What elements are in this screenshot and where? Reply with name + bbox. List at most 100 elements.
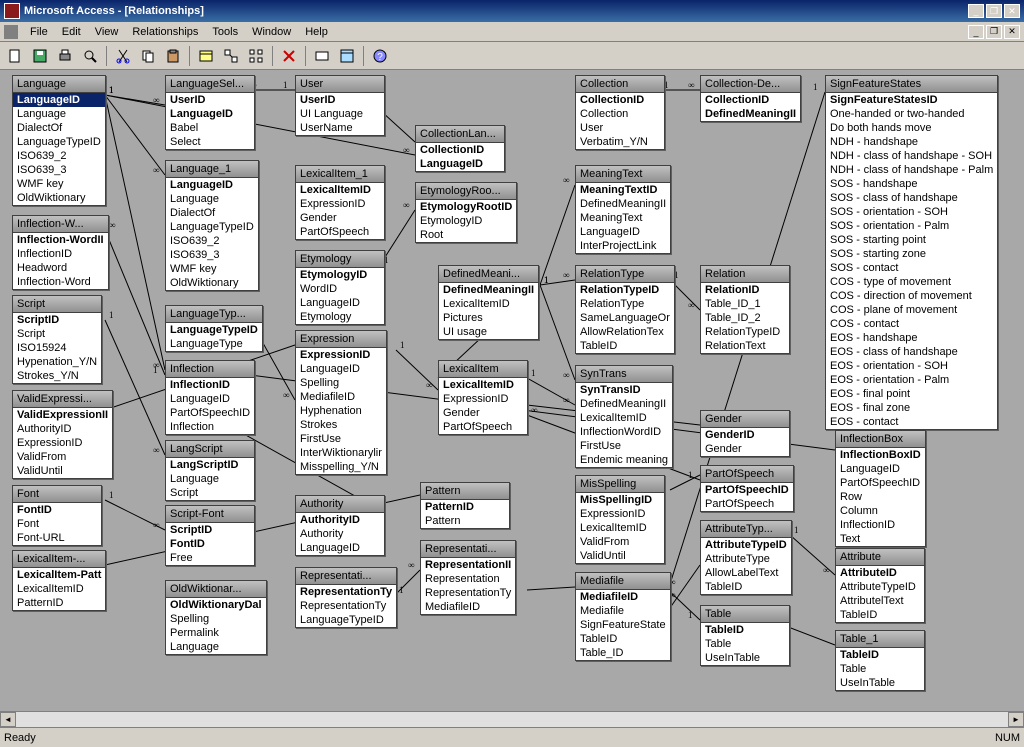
field[interactable]: RelationTypeID [576, 283, 674, 297]
table-header[interactable]: Script-Font [166, 506, 254, 523]
field[interactable]: SOS - contact [826, 261, 997, 275]
table-syntrans[interactable]: SynTransSynTransIDDefinedMeaningIILexica… [575, 365, 673, 468]
table-scriptfont[interactable]: Script-FontScriptIDFontIDFree [165, 505, 255, 566]
field[interactable]: NDH - class of handshape - Palm [826, 163, 997, 177]
field[interactable]: Authority [296, 527, 384, 541]
field[interactable]: EOS - final zone [826, 401, 997, 415]
table-colldet[interactable]: Collection-De...CollectionIDDefinedMeani… [700, 75, 801, 122]
table-header[interactable]: MisSpelling [576, 476, 664, 493]
field[interactable]: Inflection-Word [13, 275, 108, 289]
field[interactable]: EOS - final point [826, 387, 997, 401]
scroll-right-icon[interactable]: ► [1008, 712, 1024, 727]
relationships-canvas[interactable]: 1∞1∞1∞∞11∞1∞1∞1∞1∞1∞1∞∞11∞∞11∞1∞1∞1∞1∞1∞… [0, 70, 1024, 711]
table-header[interactable]: LexicalItem [439, 361, 527, 378]
field[interactable]: RelationTypeID [701, 325, 789, 339]
field[interactable]: PartOfSpeech [439, 420, 527, 434]
table-expression[interactable]: ExpressionExpressionIDLanguageIDSpelling… [295, 330, 387, 475]
field[interactable]: Spelling [166, 612, 266, 626]
field[interactable]: EOS - contact [826, 415, 997, 429]
table-signfeat[interactable]: SignFeatureStatesSignFeatureStatesIDOne-… [825, 75, 998, 430]
field[interactable]: Table [701, 637, 789, 651]
field[interactable]: Gender [296, 211, 384, 225]
field[interactable]: WMF key [166, 262, 258, 276]
field[interactable]: AuthorityID [296, 513, 384, 527]
field[interactable]: ValidUntil [576, 549, 664, 563]
save-icon[interactable] [29, 45, 51, 67]
field[interactable]: WMF key [13, 177, 105, 191]
field[interactable]: MeaningText [576, 211, 670, 225]
table-lang1[interactable]: Language_1LanguageIDLanguageDialectOfLan… [165, 160, 259, 291]
field[interactable]: InterProjectLink [576, 239, 670, 253]
table-header[interactable]: Mediafile [576, 573, 670, 590]
field[interactable]: Script [166, 486, 254, 500]
table-header[interactable]: LangScript [166, 441, 254, 458]
field[interactable]: PartOfSpeech [701, 497, 793, 511]
field[interactable]: FontID [166, 537, 254, 551]
table-header[interactable]: Relation [701, 266, 789, 283]
field[interactable]: LanguageTypeID [296, 613, 396, 627]
field[interactable]: Gender [439, 406, 527, 420]
field[interactable]: OldWiktionaryDal [166, 598, 266, 612]
field[interactable]: LanguageID [296, 296, 384, 310]
field[interactable]: AllowRelationTex [576, 325, 674, 339]
table-rep[interactable]: Representati...RepresentationIIRepresent… [420, 540, 516, 615]
cut-icon[interactable] [112, 45, 134, 67]
field[interactable]: ExpressionID [13, 436, 112, 450]
table-langscript[interactable]: LangScriptLangScriptIDLanguageScript [165, 440, 255, 501]
field[interactable]: Etymology [296, 310, 384, 324]
field[interactable]: RepresentationTy [421, 586, 515, 600]
table-authority[interactable]: AuthorityAuthorityIDAuthorityLanguageID [295, 495, 385, 556]
table-header[interactable]: AttributeTyp... [701, 521, 791, 538]
field[interactable]: LanguageID [576, 225, 670, 239]
field[interactable]: Font-URL [13, 531, 101, 545]
field[interactable]: LanguageID [166, 107, 254, 121]
field[interactable]: EtymologyID [416, 214, 516, 228]
table-mediafile[interactable]: MediafileMediafileIDMediafileSignFeature… [575, 572, 671, 661]
field[interactable]: LanguageID [166, 178, 258, 192]
table-table[interactable]: TableTableIDTableUseInTable [700, 605, 790, 666]
field[interactable]: DialectOf [166, 206, 258, 220]
table-inflbox[interactable]: InflectionBoxInflectionBoxIDLanguageIDPa… [835, 430, 926, 547]
field[interactable]: RelationType [576, 297, 674, 311]
field[interactable]: Do both hands move [826, 121, 997, 135]
field[interactable]: LanguageTypeID [13, 135, 105, 149]
new-object-icon[interactable] [311, 45, 333, 67]
field[interactable]: MisSpellingID [576, 493, 664, 507]
table-header[interactable]: SignFeatureStates [826, 76, 997, 93]
field[interactable]: LanguageID [836, 462, 925, 476]
field[interactable]: RepresentationTy [296, 599, 396, 613]
field[interactable]: PartOfSpeech [296, 225, 384, 239]
table-header[interactable]: PartOfSpeech [701, 466, 793, 483]
field[interactable]: LanguageID [416, 157, 504, 171]
field[interactable]: LangScriptID [166, 458, 254, 472]
field[interactable]: TableID [701, 623, 789, 637]
field[interactable]: InflectionBoxID [836, 448, 925, 462]
field[interactable]: LexicalItemID [576, 411, 672, 425]
table-header[interactable]: LexicalItem_1 [296, 166, 384, 183]
table-gender[interactable]: GenderGenderIDGender [700, 410, 790, 457]
field[interactable]: ISO639_3 [166, 248, 258, 262]
field[interactable]: LanguageID [166, 392, 254, 406]
table-attribute[interactable]: AttributeAttributeIDAttributeTypeIDAttri… [835, 548, 925, 623]
copy-icon[interactable] [137, 45, 159, 67]
table-header[interactable]: Language [13, 76, 105, 93]
table-lexitem[interactable]: LexicalItemLexicalItemIDExpressionIDGend… [438, 360, 528, 435]
field[interactable]: LexicalItemID [439, 297, 538, 311]
table-header[interactable]: Collection-De... [701, 76, 800, 93]
new-icon[interactable] [4, 45, 26, 67]
show-all-icon[interactable] [245, 45, 267, 67]
field[interactable]: OldWiktionary [13, 191, 105, 205]
field[interactable]: COS - plane of movement [826, 303, 997, 317]
db-window-icon[interactable] [336, 45, 358, 67]
table-script[interactable]: ScriptScriptIDScriptISO15924Hypenation_Y… [12, 295, 102, 384]
field[interactable]: Inflection [166, 420, 254, 434]
help-icon[interactable]: ? [369, 45, 391, 67]
field[interactable]: CollectionID [576, 93, 664, 107]
field[interactable]: UI Language [296, 107, 384, 121]
table-table1[interactable]: Table_1TableIDTableUseInTable [835, 630, 925, 691]
field[interactable]: Strokes [296, 418, 386, 432]
field[interactable]: Text [836, 532, 925, 546]
field[interactable]: Root [416, 228, 516, 242]
field[interactable]: CollectionID [701, 93, 800, 107]
field[interactable]: DefinedMeaningII [576, 397, 672, 411]
